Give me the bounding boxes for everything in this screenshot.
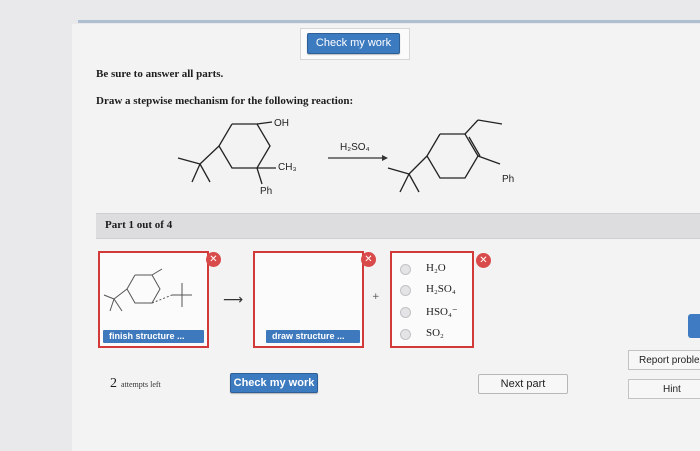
question-prompt: Draw a stepwise mechanism for the follow… (96, 95, 354, 107)
right-arrow-icon: ⟶ (223, 292, 244, 308)
hint-button[interactable]: Hint (628, 379, 700, 399)
structure-panel-2[interactable]: draw structure ... (253, 251, 364, 348)
side-panel-tab[interactable] (688, 314, 700, 338)
attempts-left: 2 attempts left (110, 374, 161, 392)
close-icon[interactable]: ✕ (476, 253, 491, 268)
radio-button[interactable] (400, 329, 411, 340)
option-label: HSO₄⁻ (426, 306, 458, 318)
part-header-bar (96, 213, 700, 239)
finish-structure-button[interactable]: finish structure ... (103, 330, 204, 343)
reactant-oh-label: OH (274, 118, 289, 129)
attempts-text: attempts left (121, 380, 161, 389)
structure-panel-1[interactable]: finish structure ... (98, 251, 209, 348)
reactant-ph-label: Ph (260, 186, 272, 197)
close-icon[interactable]: ✕ (361, 252, 376, 267)
option-label: H₂SO₄ (426, 283, 456, 295)
partial-structure-preview (103, 268, 192, 312)
reactant-structure (177, 121, 276, 185)
radio-button[interactable] (400, 307, 411, 318)
product-ph-label: Ph (502, 174, 514, 185)
top-divider (78, 20, 700, 23)
next-part-button[interactable]: Next part (478, 374, 568, 394)
radio-button[interactable] (400, 285, 411, 296)
plus-sign: + (372, 292, 380, 302)
close-icon[interactable]: ✕ (206, 252, 221, 267)
check-my-work-button[interactable]: Check my work (230, 373, 318, 393)
reaction-arrow (328, 155, 388, 161)
option-label: SO₂ (426, 327, 444, 339)
option-label: H₂O (426, 262, 446, 274)
radio-button[interactable] (400, 264, 411, 275)
reactant-ch3-label: CH₃ (278, 162, 297, 173)
reagent-label: H₂SO₄ (340, 142, 370, 153)
part-label: Part 1 out of 4 (105, 219, 173, 231)
answer-all-parts-text: Be sure to answer all parts. (96, 68, 224, 80)
product-structure (387, 119, 503, 193)
reaction-scheme: OH CH₃ Ph H₂SO₄ Ph (177, 118, 514, 197)
report-problem-button[interactable]: Report problem (628, 350, 700, 370)
attempts-count: 2 (110, 376, 117, 391)
check-my-work-top-button[interactable]: Check my work (307, 33, 400, 54)
draw-structure-button[interactable]: draw structure ... (266, 330, 360, 343)
